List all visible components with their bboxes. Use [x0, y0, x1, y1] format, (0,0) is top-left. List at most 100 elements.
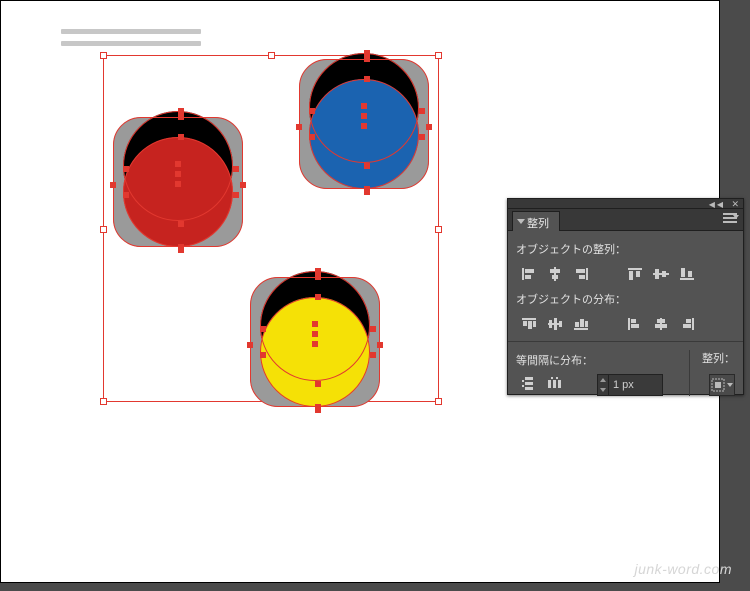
- path-outline-color-circle: [260, 297, 370, 407]
- anchor-point[interactable]: [178, 134, 184, 140]
- align-panel[interactable]: ◀◀ ✕ 整列 オブジェクトの整列： オブジェクトの分布： 等間隔に分布： 整列…: [507, 198, 744, 395]
- anchor-point[interactable]: [296, 124, 302, 130]
- align-bottom-icon: [678, 266, 696, 282]
- align-bottom-button[interactable]: [674, 263, 700, 285]
- anchor-point[interactable]: [309, 134, 315, 140]
- ruler-guide-1: [61, 29, 201, 34]
- align-to-selection-icon: [711, 378, 725, 392]
- dist-bottom-icon: [572, 316, 590, 332]
- anchor-point[interactable]: [364, 50, 370, 56]
- anchor-point[interactable]: [178, 108, 184, 114]
- anchor-point[interactable]: [370, 326, 376, 332]
- anchor-point[interactable]: [315, 268, 321, 274]
- anchor-point[interactable]: [419, 134, 425, 140]
- dist-vcenter-button[interactable]: [542, 313, 568, 335]
- row-distribute-buttons: [516, 313, 735, 335]
- anchor-point[interactable]: [364, 163, 370, 169]
- align-hcenter-icon: [546, 266, 564, 282]
- dist-left-icon: [626, 316, 644, 332]
- anchor-point[interactable]: [260, 326, 266, 332]
- path-outline-color-circle: [309, 79, 419, 189]
- ruler-guide-2: [61, 41, 201, 46]
- spacing-stepper[interactable]: [597, 374, 609, 396]
- label-align-to: 整列：: [702, 350, 735, 366]
- spacing-input-group: [597, 374, 663, 396]
- dist-right-button[interactable]: [674, 313, 700, 335]
- space-horizontal-icon: [546, 375, 564, 391]
- dist-hcenter-button[interactable]: [648, 313, 674, 335]
- space-horizontal-button[interactable]: [542, 372, 568, 394]
- sel-handle-mr[interactable]: [435, 226, 442, 233]
- obj-blue[interactable]: [299, 59, 429, 189]
- anchor-point[interactable]: [233, 166, 239, 172]
- align-left-icon: [520, 266, 538, 282]
- dist-bottom-button[interactable]: [568, 313, 594, 335]
- label-distribute-spacing: 等間隔に分布：: [516, 352, 593, 368]
- obj-yellow[interactable]: [250, 277, 380, 407]
- dist-vcenter-icon: [546, 316, 564, 332]
- panel-tab-row: 整列: [508, 209, 743, 231]
- anchor-point[interactable]: [364, 189, 370, 195]
- anchor-point[interactable]: [178, 247, 184, 253]
- panel-titlebar[interactable]: ◀◀ ✕: [508, 199, 743, 209]
- chevron-down-icon: [727, 383, 733, 387]
- path-outline-color-circle: [123, 137, 233, 247]
- anchor-point[interactable]: [247, 342, 253, 348]
- dist-left-button[interactable]: [622, 313, 648, 335]
- anchor-point[interactable]: [260, 352, 266, 358]
- anchor-point[interactable]: [123, 166, 129, 172]
- anchor-point[interactable]: [364, 56, 370, 62]
- align-hcenter-button[interactable]: [542, 263, 568, 285]
- align-top-icon: [626, 266, 644, 282]
- panel-tab-label: 整列: [527, 218, 549, 230]
- panel-flyout-menu-icon[interactable]: [723, 213, 737, 225]
- align-right-icon: [572, 266, 590, 282]
- panel-tab-align[interactable]: 整列: [512, 211, 560, 231]
- dist-hcenter-icon: [652, 316, 670, 332]
- anchor-point[interactable]: [315, 274, 321, 280]
- align-vcenter-icon: [652, 266, 670, 282]
- space-vertical-button[interactable]: [516, 372, 542, 394]
- align-top-button[interactable]: [622, 263, 648, 285]
- sel-handle-br[interactable]: [435, 398, 442, 405]
- obj-red[interactable]: [113, 117, 243, 247]
- anchor-point[interactable]: [315, 381, 321, 387]
- panel-collapse-icon[interactable]: ◀◀: [709, 200, 725, 209]
- anchor-point[interactable]: [370, 352, 376, 358]
- center-anchor-dots: [175, 161, 181, 191]
- center-anchor-dots: [361, 103, 367, 133]
- dist-right-icon: [678, 316, 696, 332]
- anchor-point[interactable]: [315, 294, 321, 300]
- row-spacing-buttons: [516, 372, 593, 394]
- anchor-point[interactable]: [178, 114, 184, 120]
- align-to-dropdown[interactable]: [709, 374, 735, 396]
- sel-handle-bl[interactable]: [100, 398, 107, 405]
- panel-divider: [508, 341, 743, 342]
- anchor-point[interactable]: [123, 192, 129, 198]
- watermark-text: junk-word.com: [634, 561, 732, 577]
- spacing-value-field[interactable]: [609, 374, 663, 396]
- anchor-point[interactable]: [309, 108, 315, 114]
- align-right-button[interactable]: [568, 263, 594, 285]
- anchor-point[interactable]: [240, 182, 246, 188]
- align-left-button[interactable]: [516, 263, 542, 285]
- align-vcenter-button[interactable]: [648, 263, 674, 285]
- dist-top-button[interactable]: [516, 313, 542, 335]
- anchor-point[interactable]: [426, 124, 432, 130]
- anchor-point[interactable]: [233, 192, 239, 198]
- sel-handle-tl[interactable]: [100, 52, 107, 59]
- sel-handle-tr[interactable]: [435, 52, 442, 59]
- center-anchor-dots: [312, 321, 318, 351]
- sel-handle-tc[interactable]: [268, 52, 275, 59]
- anchor-point[interactable]: [178, 221, 184, 227]
- label-align-objects: オブジェクトの整列：: [516, 241, 735, 257]
- anchor-point[interactable]: [364, 76, 370, 82]
- anchor-point[interactable]: [110, 182, 116, 188]
- row-align-buttons: [516, 263, 735, 285]
- sel-handle-ml[interactable]: [100, 226, 107, 233]
- dist-top-icon: [520, 316, 538, 332]
- anchor-point[interactable]: [315, 407, 321, 413]
- anchor-point[interactable]: [419, 108, 425, 114]
- panel-body: オブジェクトの整列： オブジェクトの分布： 等間隔に分布： 整列：: [508, 231, 743, 400]
- anchor-point[interactable]: [377, 342, 383, 348]
